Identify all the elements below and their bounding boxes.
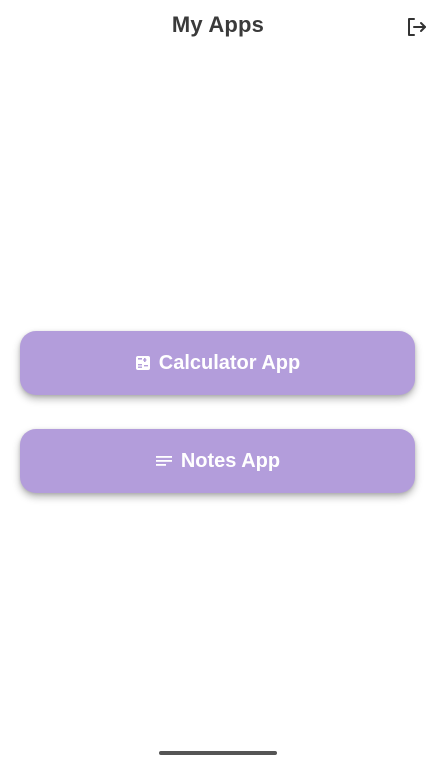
- notes-app-button[interactable]: Notes App: [20, 429, 415, 493]
- calculator-app-button[interactable]: Calculator App: [20, 331, 415, 395]
- page-title: My Apps: [171, 12, 265, 37]
- notes-lines-icon: [155, 454, 173, 468]
- logout-button[interactable]: [402, 13, 430, 41]
- logout-icon: [404, 15, 428, 39]
- home-indicator[interactable]: [159, 751, 277, 755]
- calculator-icon: [135, 355, 151, 371]
- calculator-app-label: Calculator App: [158, 351, 301, 374]
- app-bar: My Apps: [0, 0, 436, 56]
- notes-app-label: Notes App: [180, 449, 281, 472]
